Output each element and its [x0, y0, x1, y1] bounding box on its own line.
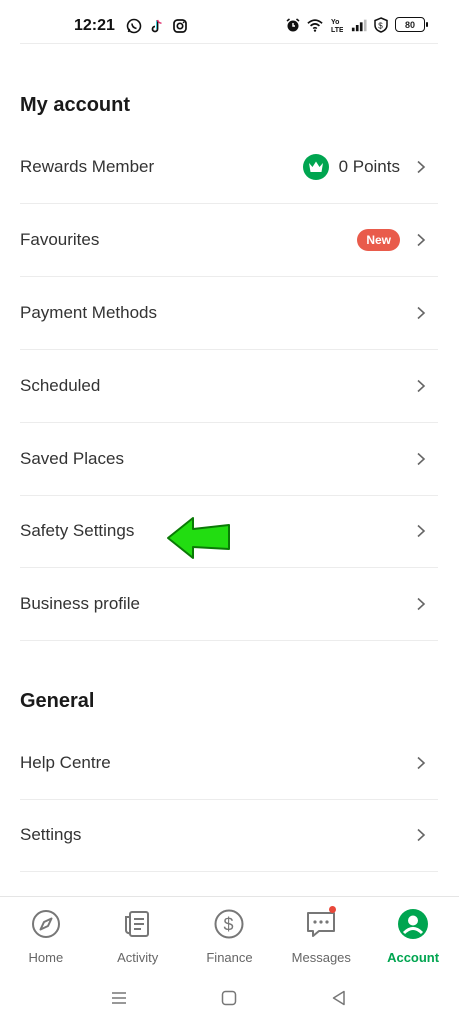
- chevron-right-icon: [417, 306, 426, 320]
- volte-icon: Yo LTE: [329, 16, 345, 33]
- menu-item-scheduled[interactable]: Scheduled: [20, 350, 438, 423]
- arrow-annotation-icon: [167, 517, 230, 559]
- nav-label: Account: [387, 950, 440, 965]
- menu-item-help-centre[interactable]: Help Centre: [20, 727, 438, 800]
- nav-label: Activity: [117, 950, 159, 965]
- svg-text:$: $: [378, 21, 383, 30]
- signal-icon: [351, 16, 367, 33]
- chevron-right-icon: [417, 828, 426, 842]
- svg-text:LTE: LTE: [331, 27, 343, 33]
- menu-item-rewards-member[interactable]: Rewards Member 0 Points: [20, 131, 438, 204]
- menu-item-label: Scheduled: [20, 376, 101, 395]
- menu-item-label: Saved Places: [20, 449, 124, 468]
- svg-text:Yo: Yo: [331, 19, 339, 26]
- menu-item-settings[interactable]: Settings: [20, 799, 438, 872]
- instagram-icon: [172, 17, 188, 34]
- points-display: 0 Points: [302, 154, 400, 180]
- new-badge: New: [357, 229, 400, 251]
- divider: [20, 43, 438, 44]
- nav-item-home[interactable]: Home: [0, 897, 92, 974]
- menu-item-payment-methods[interactable]: Payment Methods: [20, 277, 438, 350]
- bottom-nav: Home Activity $ Finance Messages Account: [0, 896, 459, 974]
- compass-icon: [29, 907, 63, 941]
- menu-item-label: Favourites: [20, 230, 100, 249]
- wifi-icon: [307, 16, 323, 33]
- tiktok-icon: [149, 17, 165, 34]
- chevron-right-icon: [417, 379, 426, 393]
- nav-label: Messages: [291, 950, 351, 965]
- dollar-icon: $: [212, 907, 246, 941]
- whatsapp-icon: [126, 17, 142, 34]
- section-title-general: General: [20, 690, 95, 712]
- menu-item-favourites[interactable]: Favourites New: [20, 204, 438, 277]
- user-icon: [396, 907, 430, 941]
- vpn-icon: $: [373, 16, 389, 33]
- menu-item-saved-places[interactable]: Saved Places: [20, 423, 438, 496]
- chevron-right-icon: [417, 597, 426, 611]
- menu-item-label: Help Centre: [20, 753, 111, 772]
- system-nav-bar: [0, 974, 459, 1024]
- crown-icon: [302, 154, 329, 180]
- chevron-right-icon: [417, 524, 426, 538]
- home-icon[interactable]: [218, 987, 240, 1009]
- nav-label: Finance: [206, 950, 253, 965]
- menu-item-label: Settings: [20, 825, 82, 844]
- status-time: 12:21: [74, 17, 115, 34]
- alarm-icon: [285, 16, 301, 33]
- chevron-right-icon: [417, 160, 426, 174]
- menu-item-label: Business profile: [20, 594, 141, 613]
- menu-item-business-profile[interactable]: Business profile: [20, 568, 438, 641]
- status-bar: 12:21 Yo LTE $ 80: [0, 0, 459, 52]
- menu-item-label: Payment Methods: [20, 303, 158, 322]
- chevron-right-icon: [417, 452, 426, 466]
- nav-item-account[interactable]: Account: [367, 897, 459, 974]
- receipt-icon: [121, 907, 155, 941]
- back-icon[interactable]: [328, 987, 350, 1009]
- chevron-right-icon: [417, 756, 426, 770]
- battery-icon: 80: [395, 17, 428, 32]
- nav-item-messages[interactable]: Messages: [275, 897, 367, 974]
- section-title-my-account: My account: [20, 94, 131, 116]
- points-value: 0 Points: [338, 157, 400, 176]
- nav-item-finance[interactable]: $ Finance: [184, 897, 276, 974]
- menu-item-label: Rewards Member: [20, 157, 155, 176]
- chevron-right-icon: [417, 233, 426, 247]
- svg-text:$: $: [224, 915, 234, 935]
- nav-label: Home: [28, 950, 64, 965]
- menu-icon[interactable]: [108, 987, 130, 1009]
- nav-item-activity[interactable]: Activity: [92, 897, 184, 974]
